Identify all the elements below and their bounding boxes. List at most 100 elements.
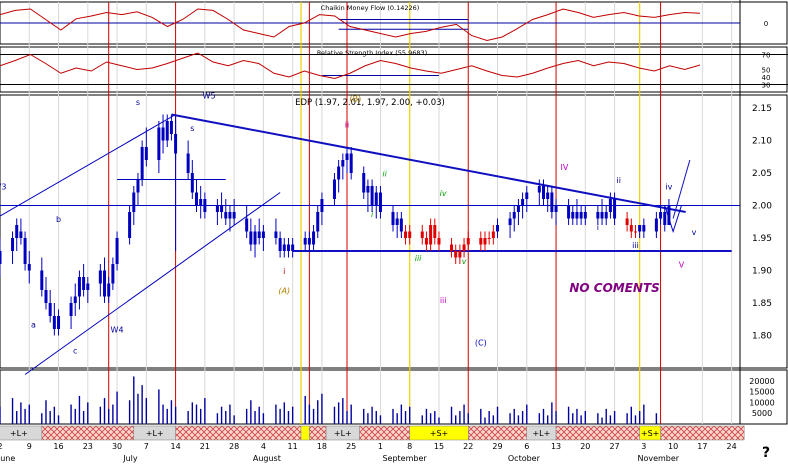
- wave-label: i: [283, 267, 285, 276]
- price-candle: [274, 231, 278, 238]
- price-candle: [345, 153, 349, 160]
- price-candle: [508, 218, 512, 225]
- price-candle: [303, 238, 307, 245]
- rsi-title: Relative Strength Index (55.9683): [317, 49, 427, 57]
- price-candle: [257, 231, 261, 238]
- wave-label: V: [679, 260, 685, 269]
- price-candle: [174, 134, 178, 154]
- price-candle: [337, 166, 341, 180]
- price-candle-red: [433, 225, 437, 238]
- price-candle: [165, 121, 169, 141]
- price-candle: [98, 270, 102, 284]
- price-candle: [82, 277, 86, 290]
- price-candle: [52, 316, 56, 329]
- x-tick-label: 14: [170, 442, 180, 451]
- price-candle: [320, 199, 324, 212]
- price-candle: [496, 225, 500, 232]
- wave-label: ii: [345, 121, 349, 130]
- signal-label: +S+: [430, 429, 448, 438]
- price-candle: [0, 251, 2, 264]
- wave-label: c: [73, 347, 77, 356]
- x-tick-label: 16: [53, 442, 63, 451]
- price-candle: [69, 303, 73, 316]
- price-candle-red: [625, 218, 629, 225]
- x-tick-label: 15: [434, 442, 444, 451]
- price-title: EDP (1.97, 2.01, 1.97, 2.00, +0.03): [295, 98, 445, 108]
- wave-label: v: [692, 228, 697, 237]
- month-label: August: [253, 454, 281, 463]
- price-candle: [215, 205, 219, 212]
- price-candle: [48, 303, 52, 316]
- month-label: October: [508, 454, 541, 463]
- price-candle: [282, 244, 286, 251]
- x-tick-label: 22: [463, 442, 473, 451]
- price-candle: [349, 153, 353, 173]
- price-candle: [667, 205, 671, 225]
- x-tick-label: 4: [261, 442, 266, 451]
- price-tick-label: 1.90: [752, 267, 772, 277]
- price-candle: [307, 238, 311, 245]
- price-tick-label: 2.00: [752, 202, 772, 212]
- wave-label: ii: [617, 176, 621, 185]
- x-tick-label: 29: [492, 442, 502, 451]
- wave-label: iii: [415, 254, 422, 263]
- price-candle: [642, 225, 646, 232]
- price-candle-red: [491, 231, 495, 238]
- wave-label: v: [462, 257, 467, 266]
- price-candle: [19, 231, 23, 238]
- price-candle: [23, 238, 27, 264]
- price-candle: [190, 173, 194, 193]
- wave-label: s: [190, 124, 194, 133]
- signal-label: +S+: [641, 429, 659, 438]
- price-candle: [132, 192, 136, 212]
- wave-label: a: [31, 321, 36, 330]
- price-candle-red: [404, 231, 408, 238]
- wave-label: b: [56, 215, 61, 224]
- rsi-tick-label: 30: [762, 82, 771, 90]
- price-candle: [220, 205, 224, 212]
- price-candle: [525, 192, 529, 199]
- price-candle: [659, 212, 663, 219]
- price-candle: [249, 231, 253, 245]
- price-candle: [391, 212, 395, 225]
- price-candle-red: [429, 225, 433, 245]
- wave-label: W5: [203, 91, 216, 100]
- price-candle: [194, 192, 198, 206]
- x-tick-label: 27: [609, 442, 619, 451]
- price-candle: [40, 270, 44, 290]
- price-candle: [604, 212, 608, 219]
- x-tick-label: 8: [407, 442, 412, 451]
- price-candle: [245, 218, 249, 232]
- price-candle: [27, 264, 31, 271]
- price-candle: [286, 244, 290, 251]
- price-candle: [199, 199, 203, 206]
- signal-label: +L+: [532, 429, 550, 438]
- price-candle-red: [454, 251, 458, 258]
- price-candle: [57, 316, 61, 329]
- price-candle: [228, 212, 232, 219]
- price-candle: [512, 212, 516, 219]
- month-label: June: [0, 454, 15, 463]
- price-candle: [15, 225, 19, 238]
- wave-label: (C): [475, 338, 487, 347]
- wave-label: (B): [350, 95, 362, 104]
- x-tick-label: 6: [524, 442, 529, 451]
- price-candle: [395, 218, 399, 225]
- background: [0, 0, 788, 465]
- price-candle: [608, 199, 612, 212]
- price-candle: [596, 212, 600, 219]
- wave-label: iv: [665, 182, 672, 191]
- price-candle-red: [483, 238, 487, 245]
- x-tick-label: 10: [668, 442, 678, 451]
- price-candle: [638, 225, 642, 232]
- annotation-text: NO COMENTS: [569, 281, 659, 295]
- price-candle: [161, 127, 165, 141]
- x-tick-label: 7: [144, 442, 149, 451]
- price-candle: [654, 218, 658, 232]
- wave-label: (A): [278, 286, 290, 295]
- x-tick-label: 17: [697, 442, 707, 451]
- price-candle-red: [633, 231, 637, 233]
- month-label: November: [637, 454, 679, 463]
- signal-label: +L+: [334, 429, 352, 438]
- price-candle: [550, 192, 554, 212]
